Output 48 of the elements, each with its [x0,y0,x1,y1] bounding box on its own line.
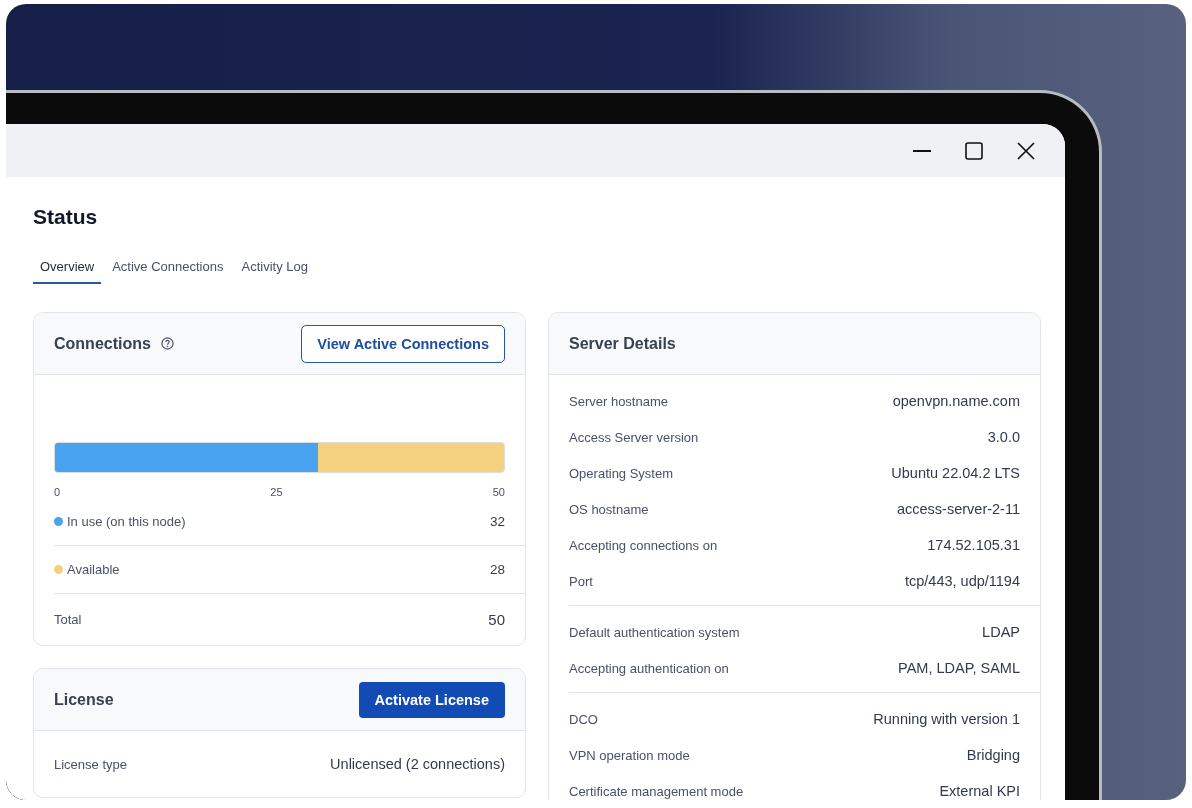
field-value: External KPI [939,783,1020,799]
total-label: Total [54,612,82,627]
card-title: Connections [54,334,151,353]
field-value: Unlicensed (2 connections) [330,756,505,772]
axis-tick-label: 25 [270,486,283,498]
field-label: Certificate management mode [569,783,744,799]
field-label: DCO [569,711,598,727]
field-label: OS hostname [569,501,649,517]
field-value: Bridging [966,747,1020,763]
field-label: Default authentication system [569,624,740,640]
field-label: Accepting connections on [569,537,718,553]
field-label: Access Server version [569,429,699,445]
page-title: Status [33,205,99,229]
tab[interactable]: Active Connections [105,253,231,284]
field-value: 3.0.0 [987,429,1020,445]
total-value: 50 [488,611,505,628]
field-value: 174.52.105.31 [927,537,1020,553]
close-button[interactable] [1015,139,1037,162]
maximize-button[interactable] [963,139,985,162]
count-value: 32 [489,514,505,529]
close-icon [1017,141,1035,160]
minimize-icon [913,149,931,152]
field-label: License type [54,756,127,772]
tab[interactable]: Overview [33,253,102,284]
field-value: LDAP [982,624,1020,640]
card-title: Server Details [569,334,676,353]
field-label: Operating System [569,465,674,481]
field-label: Accepting authentication on [569,660,729,676]
field-value: openvpn.name.com [892,393,1020,409]
view-active-connections-button[interactable]: View Active Connections [301,324,505,363]
card-title: License [54,690,114,709]
tab[interactable]: Activity Log [234,253,315,284]
count-value: 28 [489,562,505,577]
legend-label: In use (on this node) [67,514,186,529]
field-value: Ubuntu 22.04.2 LTS [891,465,1020,481]
legend-label: Available [67,562,120,577]
field-value: PAM, LDAP, SAML [898,660,1020,676]
axis-tick-label: 50 [492,486,505,498]
field-value: access-server-2-11 [896,501,1020,517]
field-label: VPN operation mode [569,747,690,763]
field-label: Port [569,573,593,589]
field-value: Running with version 1 [873,711,1020,727]
maximize-icon [965,141,983,160]
field-value: tcp/443, udp/1194 [904,573,1020,589]
axis-tick-label: 0 [54,486,61,498]
help-icon[interactable] [160,337,174,350]
field-label: Server hostname [569,393,668,409]
activate-license-button[interactable]: Activate License [358,681,505,718]
